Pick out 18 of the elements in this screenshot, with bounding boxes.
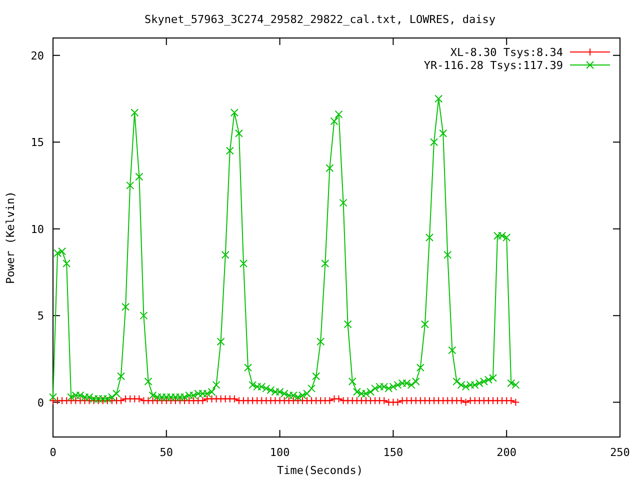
y-axis-label: Power (Kelvin) bbox=[4, 191, 17, 284]
y-tick-label: 15 bbox=[30, 136, 44, 150]
legend-line-sample bbox=[570, 48, 610, 56]
x-tick-label: 0 bbox=[50, 446, 56, 459]
x-axis-label: Time(Seconds) bbox=[276, 464, 364, 477]
legend-label: YR-116.28 Tsys:117.39 bbox=[424, 59, 563, 72]
legend-line-sample bbox=[570, 61, 610, 69]
chart-title: Skynet_57963_3C274_29582_29822_cal.txt, LOWRES, daisy bbox=[144, 13, 496, 26]
y-tick-label: 10 bbox=[30, 222, 44, 236]
x-tick-label: 150 bbox=[383, 446, 404, 459]
legend-label: XL-8.30 Tsys:8.34 bbox=[450, 46, 563, 59]
x-tick-label: 100 bbox=[270, 446, 290, 459]
y-tick-label: 0 bbox=[37, 396, 44, 410]
x-tick-label: 250 bbox=[610, 446, 630, 459]
y-tick-label: 20 bbox=[30, 49, 44, 62]
x-tick-label: 200 bbox=[496, 446, 517, 459]
y-tick-label: 5 bbox=[37, 310, 44, 323]
x-tick-label: 50 bbox=[160, 446, 174, 459]
